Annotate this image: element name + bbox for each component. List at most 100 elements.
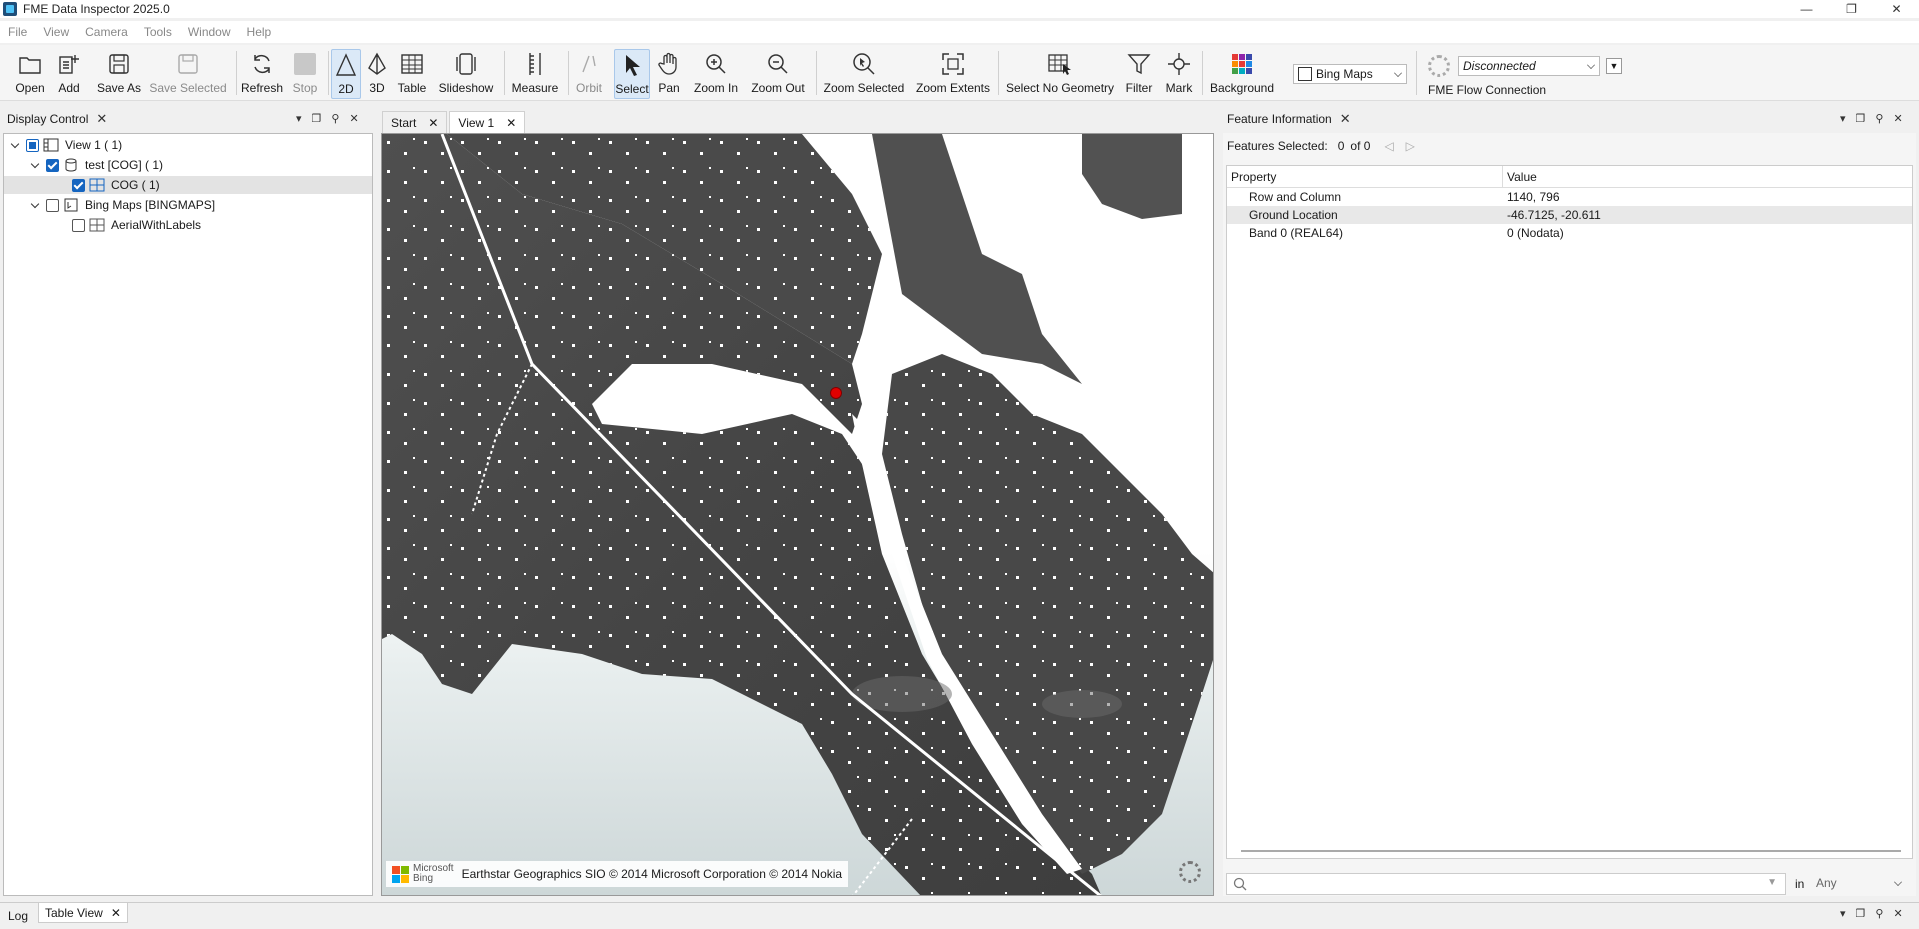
checkbox[interactable] bbox=[26, 138, 39, 152]
select-no-geometry-button[interactable]: Select No Geometry bbox=[1006, 49, 1114, 99]
close-icon[interactable]: ✕ bbox=[349, 112, 358, 125]
tab-table-view[interactable]: Table View ✕ bbox=[38, 903, 128, 923]
zoom-extents-button[interactable]: Zoom Extents bbox=[916, 49, 990, 99]
restore-button[interactable]: ❐ bbox=[1829, 0, 1874, 18]
menu-view[interactable]: View bbox=[35, 25, 77, 39]
prev-arrow-icon[interactable]: ◁ bbox=[1384, 139, 1393, 153]
float-icon[interactable]: ❐ bbox=[312, 112, 322, 125]
close-icon[interactable]: ✕ bbox=[111, 906, 121, 920]
search-input[interactable]: ▼ bbox=[1226, 873, 1786, 895]
stop-button[interactable]: Stop bbox=[290, 49, 320, 99]
zoom-out-button[interactable]: Zoom Out bbox=[749, 49, 807, 99]
title-bar: FME Data Inspector 2025.0 — ❐ ✕ bbox=[0, 0, 1919, 18]
background-button[interactable]: Background bbox=[1208, 49, 1276, 99]
zoom-selected-button[interactable]: Zoom Selected bbox=[824, 49, 904, 99]
map-attribution: Microsoft Bing Earthstar Geographics SIO … bbox=[386, 861, 849, 887]
add-button[interactable]: Add bbox=[52, 49, 86, 99]
close-icon[interactable]: ✕ bbox=[1340, 111, 1351, 127]
chevron-down-icon[interactable] bbox=[28, 158, 42, 172]
slideshow-label: Slideshow bbox=[438, 81, 494, 95]
triangle-icon bbox=[333, 52, 359, 78]
menu-window[interactable]: Window bbox=[180, 25, 239, 39]
close-icon[interactable]: ✕ bbox=[428, 116, 438, 130]
close-icon[interactable]: ✕ bbox=[1893, 112, 1902, 125]
zoom-out-label: Zoom Out bbox=[751, 81, 805, 95]
menu-camera[interactable]: Camera bbox=[77, 25, 136, 39]
pan-button[interactable]: Pan bbox=[655, 49, 683, 99]
tab-log[interactable]: Log bbox=[8, 909, 28, 923]
menu-help[interactable]: Help bbox=[239, 25, 280, 39]
save-as-label: Save As bbox=[96, 81, 142, 95]
filter-button[interactable]: Filter bbox=[1124, 49, 1154, 99]
save-selected-button[interactable]: Save Selected bbox=[149, 49, 227, 99]
tree-item-cog[interactable]: COG ( 1) bbox=[4, 176, 372, 194]
table-header: Property Value bbox=[1227, 166, 1912, 188]
chevron-down-icon[interactable]: ▾ bbox=[1840, 907, 1846, 920]
connection-select[interactable]: Disconnected bbox=[1458, 56, 1600, 76]
stop-label: Stop bbox=[292, 81, 318, 95]
connection-spinner-icon bbox=[1428, 55, 1450, 77]
save-selected-icon bbox=[175, 51, 201, 77]
chevron-down-icon[interactable]: ▾ bbox=[1840, 112, 1846, 125]
checkbox[interactable] bbox=[46, 198, 59, 212]
2d-button[interactable]: 2D bbox=[331, 49, 361, 99]
tree-item-aerial[interactable]: AerialWithLabels bbox=[68, 216, 201, 234]
next-arrow-icon[interactable]: ▷ bbox=[1406, 139, 1415, 153]
close-icon[interactable]: ✕ bbox=[1893, 907, 1902, 920]
microsoft-logo-icon bbox=[392, 865, 409, 883]
checkbox[interactable] bbox=[72, 178, 85, 192]
table-row[interactable]: Ground Location -46.7125, -20.611 bbox=[1227, 206, 1912, 224]
tree-item-view1[interactable]: View 1 ( 1) bbox=[8, 136, 122, 154]
pin-icon[interactable]: ⚲ bbox=[1875, 907, 1883, 920]
map-canvas[interactable]: Microsoft Bing Earthstar Geographics SIO … bbox=[381, 133, 1214, 896]
table-button[interactable]: Table bbox=[396, 49, 428, 99]
chevron-down-icon[interactable] bbox=[8, 138, 22, 152]
chevron-down-icon[interactable]: ▾ bbox=[296, 112, 302, 125]
close-window-button[interactable]: ✕ bbox=[1874, 0, 1919, 18]
3d-button[interactable]: 3D bbox=[364, 49, 390, 99]
pin-icon[interactable]: ⚲ bbox=[1875, 112, 1883, 125]
tab-start[interactable]: Start ✕ bbox=[382, 111, 448, 133]
tree-item-test-cog[interactable]: test [COG] ( 1) bbox=[28, 156, 163, 174]
feature-info-title: Feature Information bbox=[1227, 112, 1332, 126]
property-cell: Band 0 (REAL64) bbox=[1249, 226, 1344, 240]
orbit-button[interactable]: Orbit bbox=[573, 49, 605, 99]
checkbox[interactable] bbox=[46, 158, 59, 172]
refresh-button[interactable]: Refresh bbox=[240, 49, 284, 99]
close-icon[interactable]: ✕ bbox=[506, 116, 516, 130]
chevron-down-icon[interactable] bbox=[28, 198, 42, 212]
slideshow-button[interactable]: Slideshow bbox=[438, 49, 494, 99]
pan-label: Pan bbox=[658, 81, 680, 95]
save-as-button[interactable]: Save As bbox=[96, 49, 142, 99]
table-row[interactable]: Band 0 (REAL64) 0 (Nodata) bbox=[1227, 224, 1912, 242]
column-header-property[interactable]: Property bbox=[1231, 170, 1276, 184]
checkbox[interactable] bbox=[72, 218, 85, 232]
pin-icon[interactable]: ⚲ bbox=[331, 112, 339, 125]
save-as-icon bbox=[106, 51, 132, 77]
select-button[interactable]: Select bbox=[614, 49, 650, 99]
stop-icon bbox=[292, 51, 318, 77]
horizontal-scrollbar[interactable] bbox=[1241, 850, 1901, 852]
close-icon[interactable]: ✕ bbox=[96, 111, 107, 127]
float-icon[interactable]: ❐ bbox=[1856, 112, 1866, 125]
table-row[interactable]: Row and Column 1140, 796 bbox=[1227, 188, 1912, 206]
chevron-down-icon[interactable]: ▼ bbox=[1767, 877, 1777, 888]
menu-file[interactable]: File bbox=[0, 25, 35, 39]
pyramid-icon bbox=[364, 51, 390, 77]
open-button[interactable]: Open bbox=[12, 49, 48, 99]
measure-button[interactable]: Measure bbox=[510, 49, 560, 99]
tab-view1[interactable]: View 1 ✕ bbox=[449, 111, 526, 133]
zoom-in-button[interactable]: Zoom In bbox=[691, 49, 741, 99]
database-icon bbox=[63, 158, 79, 172]
float-icon[interactable]: ❐ bbox=[1856, 907, 1866, 920]
search-scope-select[interactable]: Any bbox=[1811, 873, 1907, 893]
basemap-select[interactable]: Bing Maps bbox=[1293, 64, 1407, 84]
mark-button[interactable]: Mark bbox=[1164, 49, 1194, 99]
menu-tools[interactable]: Tools bbox=[136, 25, 180, 39]
app-icon bbox=[3, 2, 17, 16]
minimize-button[interactable]: — bbox=[1784, 0, 1829, 18]
column-header-value[interactable]: Value bbox=[1507, 170, 1537, 184]
connection-menu-button[interactable]: ▼ bbox=[1606, 58, 1622, 74]
tree-item-bing-maps[interactable]: Bing Maps [BINGMAPS] bbox=[28, 196, 215, 214]
features-selected-label: Features Selected: bbox=[1227, 139, 1328, 153]
